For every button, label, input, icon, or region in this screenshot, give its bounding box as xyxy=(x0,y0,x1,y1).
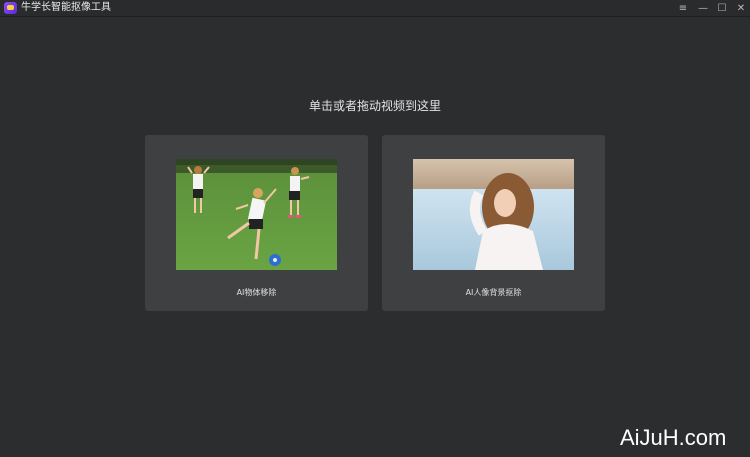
watermark: AiJuH.com xyxy=(620,425,727,450)
soccer-kids-photo xyxy=(176,159,337,270)
drop-prompt[interactable]: 单击或者拖动视频到这里 xyxy=(0,97,750,114)
maximize-button[interactable]: ☐ xyxy=(713,0,731,16)
object-removal-card[interactable]: AI物体移除 xyxy=(145,135,368,311)
portrait-bg-removal-card[interactable]: AI人像背景抠除 xyxy=(382,135,605,311)
menu-icon: ≡ xyxy=(678,2,688,14)
menu-button[interactable]: ≡ xyxy=(674,0,692,16)
app-icon xyxy=(4,2,17,14)
maximize-icon: ☐ xyxy=(717,2,727,14)
minimize-button[interactable]: — xyxy=(694,0,712,16)
woman-portrait-photo xyxy=(413,159,574,270)
minimize-icon: — xyxy=(698,2,708,14)
app-title: 牛学长智能抠像工具 xyxy=(21,2,111,13)
close-icon: ✕ xyxy=(736,2,746,14)
close-button[interactable]: ✕ xyxy=(732,0,750,16)
object-removal-label: AI物体移除 xyxy=(236,288,277,297)
title-bar: 牛学长智能抠像工具 ≡ — ☐ ✕ xyxy=(0,0,750,17)
portrait-bg-removal-label: AI人像背景抠除 xyxy=(465,288,522,297)
